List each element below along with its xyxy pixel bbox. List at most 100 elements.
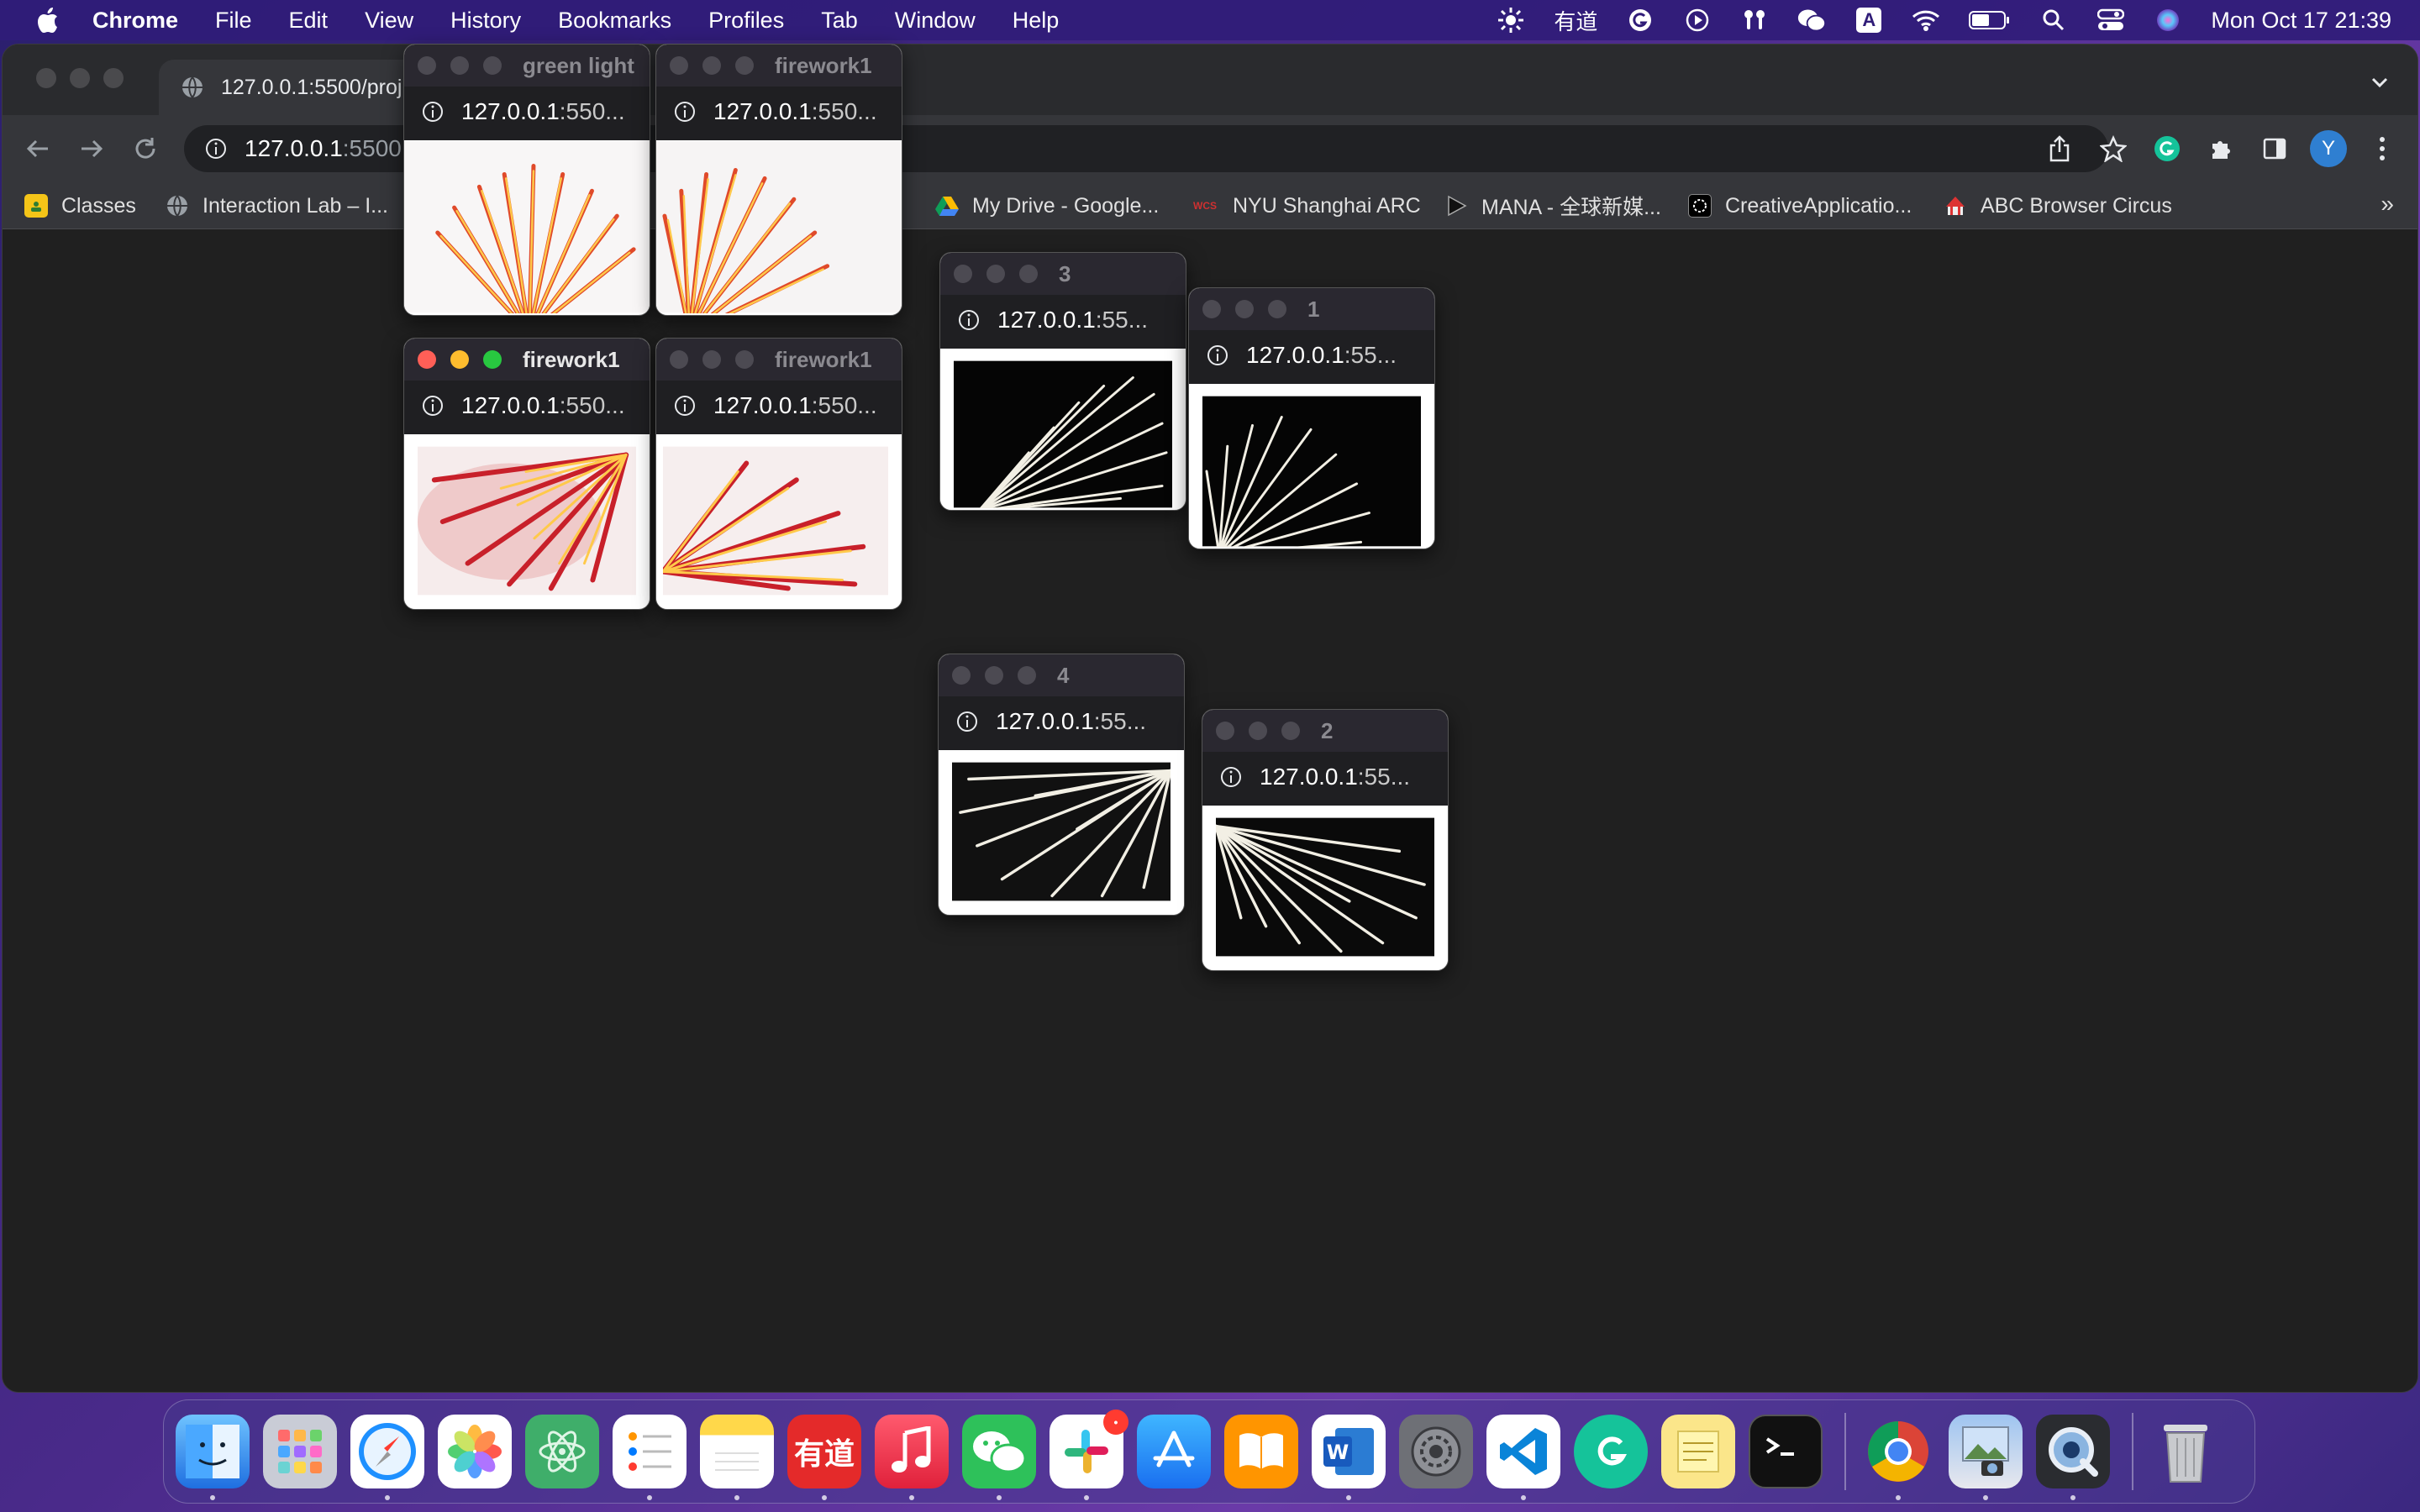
popup-minimize-button[interactable]	[702, 56, 721, 75]
menu-tab[interactable]: Tab	[821, 8, 858, 34]
popup-titlebar[interactable]: firework1	[656, 339, 902, 381]
notes-icon[interactable]	[700, 1415, 774, 1500]
popup-minimize-button[interactable]	[702, 350, 721, 369]
bookmark-my-drive[interactable]: My Drive - Google...	[935, 191, 1159, 221]
menu-profiles[interactable]: Profiles	[708, 8, 784, 34]
books-icon[interactable]	[1224, 1415, 1298, 1488]
popup-url-bar[interactable]: 127.0.0.1:550...	[656, 381, 902, 434]
popup-titlebar[interactable]: 4	[939, 654, 1184, 696]
popup-zoom-button[interactable]	[1281, 722, 1300, 740]
popup-zoom-button[interactable]	[1268, 300, 1286, 318]
bookmark-classes[interactable]: Classes	[24, 191, 136, 221]
siri-icon[interactable]	[2154, 6, 2182, 34]
menu-edit[interactable]: Edit	[289, 8, 329, 34]
more-menu-icon[interactable]	[2364, 130, 2401, 167]
atom-icon[interactable]	[525, 1415, 599, 1488]
menu-help[interactable]: Help	[1013, 8, 1060, 34]
microsoft-word-icon[interactable]: W	[1312, 1415, 1386, 1500]
popup-close-button[interactable]	[954, 265, 972, 283]
vscode-icon[interactable]	[1486, 1415, 1560, 1500]
popup-zoom-button[interactable]	[1018, 666, 1036, 685]
popup-zoom-button[interactable]	[735, 350, 754, 369]
popup-window-3[interactable]: 3 127.0.0.1:55...	[939, 252, 1186, 511]
extensions-puzzle-icon[interactable]	[2202, 130, 2239, 167]
popup-window-green-light[interactable]: green light 127.0.0.1:550...	[403, 44, 650, 316]
youdao-status-icon[interactable]: 有道	[1554, 6, 1597, 34]
bookmark-creative-applications[interactable]: CreativeApplicatio...	[1688, 191, 1912, 221]
popup-url-bar[interactable]: 127.0.0.1:550...	[656, 87, 902, 140]
app-store-icon[interactable]	[1137, 1415, 1211, 1488]
profile-avatar[interactable]: Y	[2310, 130, 2347, 167]
popup-titlebar[interactable]: 1	[1189, 288, 1434, 330]
popup-url-bar[interactable]: 127.0.0.1:550...	[404, 87, 650, 140]
popup-close-button[interactable]	[1216, 722, 1234, 740]
close-window-button[interactable]	[36, 68, 56, 88]
grammarly-extension-icon[interactable]	[2149, 130, 2186, 167]
tab-search-chevron-icon[interactable]	[2367, 70, 2392, 95]
system-preferences-icon[interactable]	[1399, 1415, 1473, 1488]
safari-icon[interactable]	[350, 1415, 424, 1500]
battery-icon[interactable]	[1969, 6, 2011, 34]
grammarly-status-icon[interactable]	[1626, 6, 1655, 34]
popup-close-button[interactable]	[952, 666, 971, 685]
popup-window-2[interactable]: 2 127.0.0.1:55...	[1202, 709, 1449, 971]
photos-icon[interactable]	[438, 1415, 512, 1488]
bookmark-abc-browser-circus[interactable]: ABC Browser Circus	[1944, 191, 2172, 221]
popup-zoom-button[interactable]	[483, 350, 502, 369]
popup-titlebar[interactable]: 2	[1202, 710, 1448, 752]
popup-minimize-button[interactable]	[450, 56, 469, 75]
bookmarks-overflow-button[interactable]: »	[2381, 191, 2394, 218]
popup-window-firework1-b[interactable]: firework1 127.0.0.1:550...	[655, 338, 902, 610]
popup-url-bar[interactable]: 127.0.0.1:55...	[939, 696, 1184, 750]
site-info-icon[interactable]	[204, 137, 228, 160]
side-panel-icon[interactable]	[2256, 130, 2293, 167]
apple-menu-icon[interactable]	[34, 6, 60, 34]
popup-url-bar[interactable]: 127.0.0.1:55...	[1189, 330, 1434, 384]
launchpad-icon[interactable]	[263, 1415, 337, 1488]
preview-icon[interactable]	[1949, 1415, 2023, 1500]
popup-close-button[interactable]	[418, 56, 436, 75]
bookmark-nyu-arc[interactable]: WCS NYU Shanghai ARC	[1191, 191, 1421, 221]
bookmark-star-icon[interactable]	[2095, 130, 2132, 167]
popup-window-firework1[interactable]: firework1 127.0.0.1:550...	[655, 44, 902, 316]
stickies-icon[interactable]	[1661, 1415, 1735, 1488]
popup-minimize-button[interactable]	[985, 666, 1003, 685]
popup-window-firework1-active[interactable]: firework1 127.0.0.1:550...	[403, 338, 650, 610]
minimize-window-button[interactable]	[70, 68, 90, 88]
menu-file[interactable]: File	[215, 8, 252, 34]
menubar-clock[interactable]: Mon Oct 17 21:39	[2211, 8, 2391, 34]
reminders-icon[interactable]	[613, 1415, 687, 1500]
popup-zoom-button[interactable]	[483, 56, 502, 75]
menu-history[interactable]: History	[450, 8, 521, 34]
quicktime-icon[interactable]	[2036, 1415, 2110, 1500]
wechat-status-icon[interactable]	[1797, 6, 1827, 34]
reload-button[interactable]	[129, 132, 162, 165]
popup-close-button[interactable]	[670, 350, 688, 369]
terminal-icon[interactable]	[1749, 1415, 1823, 1488]
popup-titlebar[interactable]: firework1	[404, 339, 650, 381]
trash-icon[interactable]	[2149, 1415, 2223, 1488]
bookmark-mana[interactable]: MANA - 全球新媒...	[1444, 191, 1661, 221]
popup-window-4[interactable]: 4 127.0.0.1:55...	[938, 654, 1185, 916]
popup-url-bar[interactable]: 127.0.0.1:550...	[404, 381, 650, 434]
bookmark-interaction-lab[interactable]: Interaction Lab – I...	[166, 191, 388, 221]
finder-icon[interactable]	[176, 1415, 250, 1500]
popup-close-button[interactable]	[1202, 300, 1221, 318]
popup-url-bar[interactable]: 127.0.0.1:55...	[1202, 752, 1448, 806]
wifi-icon[interactable]	[1912, 6, 1940, 34]
play-status-icon[interactable]	[1683, 6, 1712, 34]
spotlight-search-icon[interactable]	[2039, 6, 2068, 34]
menu-view[interactable]: View	[365, 8, 413, 34]
share-icon[interactable]	[2041, 130, 2078, 167]
popup-url-bar[interactable]: 127.0.0.1:55...	[940, 295, 1186, 349]
popup-close-button[interactable]	[418, 350, 436, 369]
slack-icon[interactable]: •	[1050, 1410, 1128, 1500]
chrome-icon[interactable]	[1861, 1415, 1935, 1500]
wechat-icon[interactable]	[962, 1415, 1036, 1500]
grammarly-icon[interactable]	[1574, 1415, 1648, 1488]
airpods-status-icon[interactable]	[1740, 6, 1769, 34]
menu-bookmarks[interactable]: Bookmarks	[558, 8, 671, 34]
back-button[interactable]	[21, 132, 55, 165]
popup-titlebar[interactable]: 3	[940, 253, 1186, 295]
popup-minimize-button[interactable]	[450, 350, 469, 369]
